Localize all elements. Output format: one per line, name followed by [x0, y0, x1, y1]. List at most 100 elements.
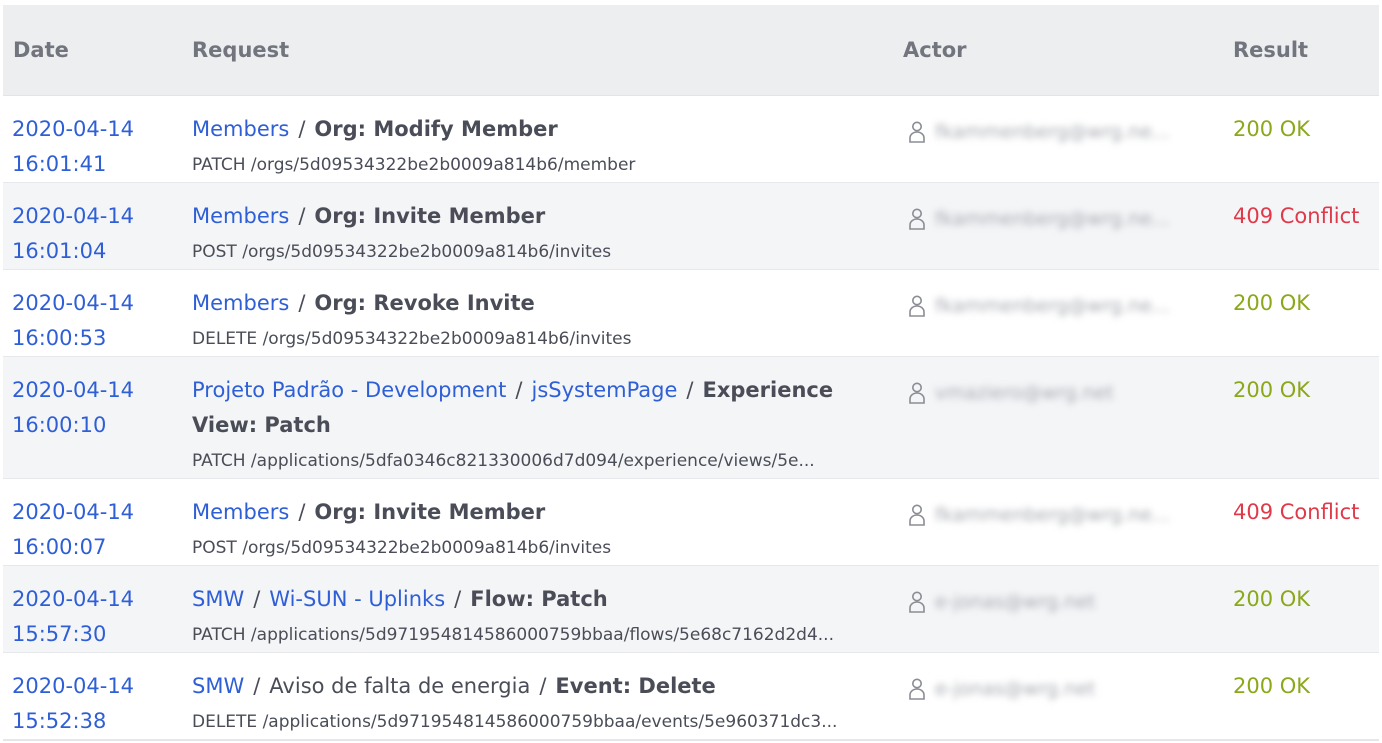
row-date-link[interactable]: 2020-04-14 16:01:04	[12, 199, 134, 269]
row-actor[interactable]: vmaziero@wrg.net	[907, 381, 1207, 407]
request-breadcrumb: Members / Org: Invite Member	[192, 199, 882, 234]
row-date-link[interactable]: 2020-04-14 15:57:30	[12, 582, 134, 652]
row-time: 16:00:07	[12, 535, 107, 559]
row-date: 2020-04-14	[12, 204, 135, 228]
row-date-link[interactable]: 2020-04-14 15:52:38	[12, 669, 134, 739]
request-action: Org: Invite Member	[314, 204, 546, 228]
status-badge: 200 OK	[1233, 117, 1311, 141]
actor-email: fkammenberg@wrg.ne...	[935, 208, 1171, 230]
table-row: 2020-04-14 16:00:10 Projeto Padrão - Devel…	[3, 357, 1379, 479]
request-action: Event: Delete	[555, 674, 716, 698]
request-breadcrumb: SMW / Aviso de falta de energia / Event: Del…	[192, 669, 882, 704]
request-breadcrumb: Projeto Padrão - Development / jsSystemPag…	[192, 373, 882, 443]
row-actor[interactable]: fkammenberg@wrg.ne...	[907, 207, 1207, 233]
row-date-link[interactable]: 2020-04-14 16:00:10	[12, 373, 134, 443]
request-action: Flow: Patch	[470, 587, 608, 611]
row-time: 16:01:04	[12, 239, 107, 263]
breadcrumb-link[interactable]: Members	[192, 117, 289, 141]
user-icon	[907, 381, 927, 405]
row-request: SMW / Aviso de falta de energia / Event: Del…	[192, 669, 882, 740]
row-time: 15:57:30	[12, 622, 107, 646]
breadcrumb-separator: /	[253, 674, 261, 698]
breadcrumb-link[interactable]: SMW	[192, 674, 244, 698]
request-path: PATCH /applications/5dfa0346c821330006d7…	[192, 451, 815, 471]
table-header: Date Request Actor Result	[3, 5, 1379, 96]
row-actor[interactable]: fkammenberg@wrg.ne...	[907, 120, 1207, 146]
row-date: 2020-04-14	[12, 587, 135, 611]
request-breadcrumb: SMW / Wi-SUN - Uplinks / Flow: Patch	[192, 582, 882, 617]
breadcrumb-separator: /	[686, 378, 694, 402]
user-icon	[907, 120, 927, 144]
table-row: 2020-04-14 16:00:53 Members / Org: Revoke In…	[3, 270, 1379, 357]
request-path: POST /orgs/5d09534322be2b0009a814b6/invi…	[192, 242, 612, 262]
breadcrumb-separator: /	[539, 674, 547, 698]
breadcrumb-link[interactable]: Members	[192, 291, 289, 315]
row-actor[interactable]: fkammenberg@wrg.ne...	[907, 503, 1207, 529]
breadcrumb-separator: /	[298, 500, 306, 524]
breadcrumb-link[interactable]: Members	[192, 500, 289, 524]
table-body: 2020-04-14 16:01:41 Members / Org: Modify Me…	[3, 96, 1379, 740]
request-path: DELETE /orgs/5d09534322be2b0009a814b6/in…	[192, 329, 632, 349]
row-actor[interactable]: e-jonas@wrg.net	[907, 677, 1207, 703]
row-date: 2020-04-14	[12, 500, 135, 524]
row-date: 2020-04-14	[12, 117, 135, 141]
breadcrumb-separator: /	[515, 378, 523, 402]
actor-email: vmaziero@wrg.net	[935, 382, 1114, 404]
status-badge: 200 OK	[1233, 587, 1311, 611]
row-actor[interactable]: e-jonas@wrg.net	[907, 590, 1207, 616]
row-request: Projeto Padrão - Development / jsSystemPag…	[192, 373, 882, 479]
breadcrumb-link[interactable]: SMW	[192, 587, 244, 611]
user-icon	[907, 590, 927, 614]
breadcrumb-link[interactable]: Wi-SUN - Uplinks	[269, 587, 445, 611]
row-request: SMW / Wi-SUN - Uplinks / Flow: Patch PATCH /a…	[192, 582, 882, 653]
actor-email: e-jonas@wrg.net	[935, 678, 1096, 700]
table-row: 2020-04-14 15:57:30 SMW / Wi-SUN - Uplinks / F…	[3, 566, 1379, 653]
table-row: 2020-04-14 15:52:38 SMW / Aviso de falta de …	[3, 653, 1379, 740]
request-action: Org: Invite Member	[314, 500, 546, 524]
row-time: 16:00:53	[12, 326, 107, 350]
column-header-date[interactable]: Date	[13, 38, 69, 62]
row-request: Members / Org: Modify Member PATCH /orgs/5d…	[192, 112, 882, 183]
table-row: 2020-04-14 16:00:07 Members / Org: Invite Me…	[3, 479, 1379, 566]
request-path: PATCH /orgs/5d09534322be2b0009a814b6/mem…	[192, 155, 636, 175]
row-time: 16:00:10	[12, 413, 107, 437]
column-header-result[interactable]: Result	[1233, 38, 1308, 62]
breadcrumb-link[interactable]: Members	[192, 204, 289, 228]
request-breadcrumb: Members / Org: Revoke Invite	[192, 286, 882, 321]
breadcrumb-link[interactable]: Projeto Padrão - Development	[192, 378, 506, 402]
status-badge: 200 OK	[1233, 674, 1311, 698]
request-breadcrumb: Members / Org: Modify Member	[192, 112, 882, 147]
row-date: 2020-04-14	[12, 674, 135, 698]
status-badge: 409 Conflict	[1233, 204, 1360, 228]
request-path: PATCH /applications/5d971954814586000759…	[192, 625, 834, 645]
row-date: 2020-04-14	[12, 378, 135, 402]
row-actor[interactable]: fkammenberg@wrg.ne...	[907, 294, 1207, 320]
status-badge: 409 Conflict	[1233, 500, 1360, 524]
row-request: Members / Org: Revoke Invite DELETE /orgs/5…	[192, 286, 882, 357]
row-time: 15:52:38	[12, 709, 107, 733]
actor-email: fkammenberg@wrg.ne...	[935, 121, 1171, 143]
row-date-link[interactable]: 2020-04-14 16:00:53	[12, 286, 134, 356]
user-icon	[907, 294, 927, 318]
breadcrumb-separator: /	[253, 587, 261, 611]
request-action: Org: Revoke Invite	[314, 291, 535, 315]
actor-email: fkammenberg@wrg.ne...	[935, 504, 1171, 526]
row-time: 16:01:41	[12, 152, 107, 176]
status-badge: 200 OK	[1233, 378, 1311, 402]
request-action: Org: Modify Member	[314, 117, 558, 141]
request-breadcrumb: Members / Org: Invite Member	[192, 495, 882, 530]
table-row: 2020-04-14 16:01:04 Members / Org: Invite Me…	[3, 183, 1379, 270]
column-header-actor[interactable]: Actor	[903, 38, 967, 62]
row-date-link[interactable]: 2020-04-14 16:01:41	[12, 112, 134, 182]
actor-email: fkammenberg@wrg.ne...	[935, 295, 1171, 317]
row-date-link[interactable]: 2020-04-14 16:00:07	[12, 495, 134, 565]
table-row: 2020-04-14 16:01:41 Members / Org: Modify Me…	[3, 96, 1379, 183]
request-path: DELETE /applications/5d97195481458600075…	[192, 712, 838, 732]
breadcrumb-link[interactable]: jsSystemPage	[531, 378, 677, 402]
user-icon	[907, 677, 927, 701]
audit-log-table: Date Request Actor Result 2020-04-14 16:0…	[3, 5, 1379, 741]
column-header-request[interactable]: Request	[192, 38, 289, 62]
actor-email: e-jonas@wrg.net	[935, 591, 1096, 613]
breadcrumb-text: Aviso de falta de energia	[269, 674, 531, 698]
request-path: POST /orgs/5d09534322be2b0009a814b6/invi…	[192, 538, 612, 558]
